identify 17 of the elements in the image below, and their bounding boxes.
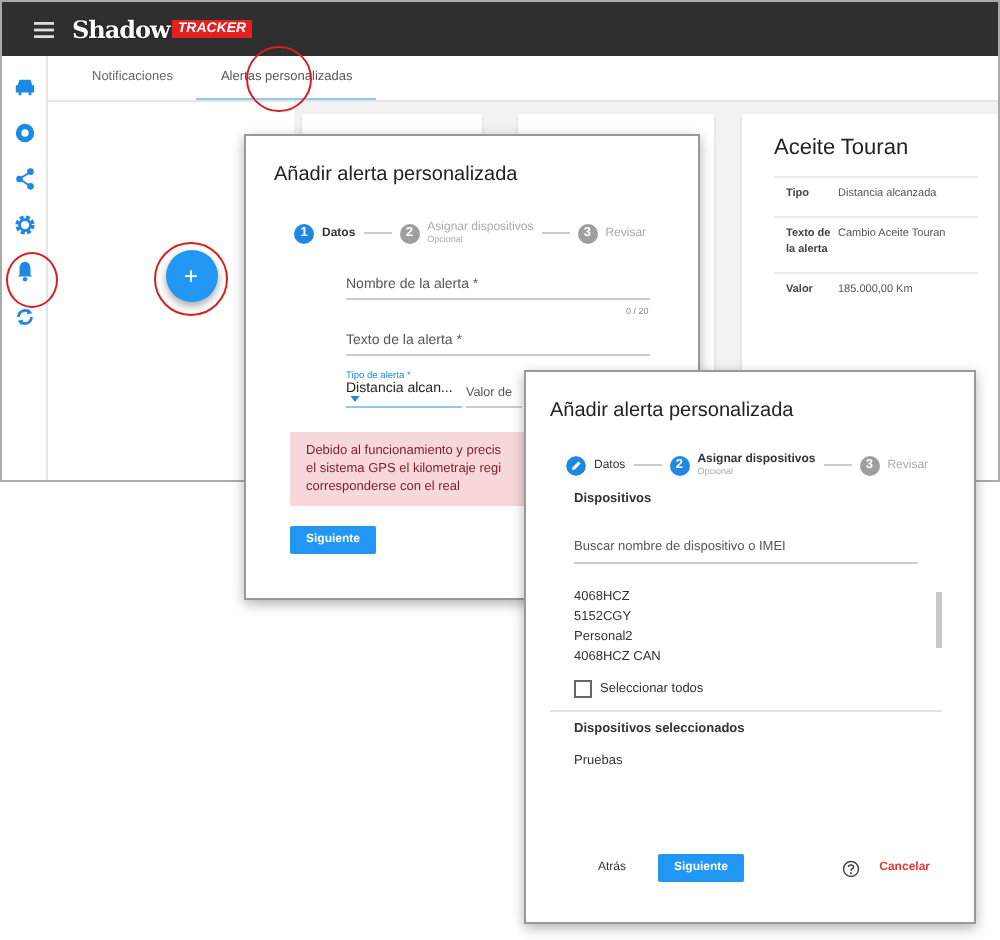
card-title: Aceite Touran (774, 134, 911, 164)
menu-icon[interactable] (34, 21, 54, 37)
bell-icon[interactable] (13, 260, 35, 282)
highlight-circle (154, 242, 228, 316)
dialog-title: Añadir alerta personalizada (274, 164, 520, 186)
logo-text: Shadow (72, 15, 170, 43)
highlight-circle (6, 252, 58, 308)
settings-icon[interactable] (13, 214, 35, 236)
car-icon[interactable] (13, 76, 35, 98)
help-icon[interactable] (841, 859, 860, 877)
target-icon[interactable] (13, 122, 35, 144)
sync-icon[interactable] (13, 306, 35, 328)
dialog-title: Añadir alerta personalizada (550, 400, 796, 422)
scrollbar[interactable] (936, 592, 942, 648)
caret-icon (350, 396, 360, 402)
share-icon[interactable] (13, 168, 35, 190)
checkbox[interactable] (574, 680, 592, 698)
